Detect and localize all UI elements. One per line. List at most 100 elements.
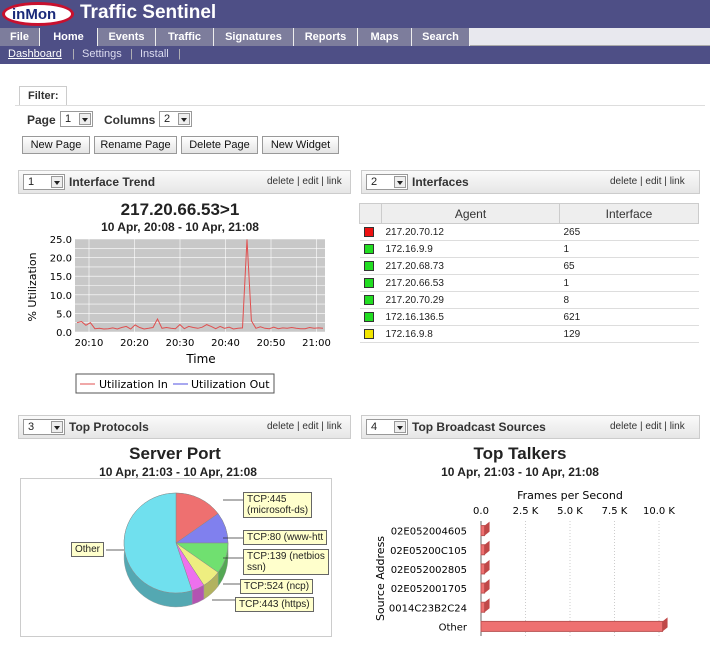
columns-select[interactable]: 2 <box>159 111 192 127</box>
swatch-cell <box>359 240 382 258</box>
edit-link[interactable]: edit <box>645 176 661 187</box>
delete-link[interactable]: delete <box>610 176 637 187</box>
agent-cell: 172.16.9.8 <box>381 325 560 343</box>
talkers-bar-side <box>484 579 490 594</box>
subnav-dashboard[interactable]: Dashboard <box>8 48 62 60</box>
table-row[interactable]: 172.16.9.9 1 <box>359 240 699 258</box>
widget-interface-trend: 1 Interface Trend delete | edit | link <box>18 170 351 194</box>
table-row[interactable]: 217.20.70.29 8 <box>359 291 699 309</box>
pie-chart-title: Server Port <box>129 444 221 463</box>
widget-links: delete | edit | link <box>610 176 685 187</box>
widget-title: Interfaces <box>412 175 469 189</box>
delete-link[interactable]: delete <box>267 421 294 432</box>
link-link[interactable]: link <box>327 421 342 432</box>
pie-callout-label: TCP:80 (www-htt <box>243 530 328 545</box>
talkers-bar-side <box>484 521 490 536</box>
swatch-cell <box>359 223 382 241</box>
pie-callout-label: TCP:524 (ncp) <box>240 579 314 594</box>
widget-links: delete | edit | link <box>610 421 685 432</box>
trend-y-tick-label: 15.0 <box>50 272 72 283</box>
edit-link[interactable]: edit <box>302 176 318 187</box>
subnav-separator: | <box>130 48 133 60</box>
widget-top-protocols: 3 Top Protocols delete | edit | link <box>18 415 351 439</box>
subnav: Dashboard | Settings | Install | <box>0 46 710 64</box>
table-row[interactable]: 172.16.9.8 129 <box>359 325 699 343</box>
page-select[interactable]: 1 <box>60 111 93 127</box>
trend-y-tick-label: 0.0 <box>56 328 72 339</box>
agent-column-header: Agent <box>381 203 560 224</box>
agent-cell: 217.20.70.12 <box>381 223 560 241</box>
widget-index-value: 1 <box>28 176 35 188</box>
talkers-x-tick-label: 10.0 K <box>643 506 675 517</box>
talkers-category-label: 02E052002805 <box>391 565 467 576</box>
inmon-logo[interactable]: inMon <box>2 2 74 26</box>
talkers-bar-side <box>484 598 490 613</box>
table-row[interactable]: 172.16.136.5 621 <box>359 308 699 326</box>
menu-traffic[interactable]: Traffic <box>156 28 214 46</box>
talkers-bar <box>480 544 486 556</box>
filter-tab: Filter: <box>19 86 67 106</box>
pie-chart-subtitle: 10 Apr, 21:03 - 10 Apr, 21:08 <box>99 465 257 479</box>
new-page-button[interactable]: New Page <box>22 136 90 154</box>
link-link[interactable]: link <box>670 421 685 432</box>
widget-index-select[interactable]: 3 <box>23 419 65 435</box>
swatch-cell <box>359 308 382 326</box>
talkers-chart-title: Top Talkers <box>473 444 567 463</box>
app-title: Traffic Sentinel <box>80 2 217 23</box>
trend-y-axis-label: % Utilization <box>26 252 39 321</box>
widget-index-select[interactable]: 4 <box>366 419 408 435</box>
new-widget-button[interactable]: New Widget <box>262 136 339 154</box>
menu-signatures[interactable]: Signatures <box>214 28 294 46</box>
delete-page-button[interactable]: Delete Page <box>181 136 258 154</box>
widget-index-value: 2 <box>371 176 378 188</box>
edit-link[interactable]: edit <box>645 421 661 432</box>
color-swatch <box>363 277 374 288</box>
swatch-cell <box>359 291 382 309</box>
menu-maps[interactable]: Maps <box>358 28 412 46</box>
trend-x-tick-label: 20:40 <box>211 338 240 349</box>
link-link[interactable]: link <box>327 176 342 187</box>
trend-x-axis-label: Time <box>185 352 215 366</box>
color-swatch <box>363 294 374 305</box>
talkers-bar-side <box>484 559 490 574</box>
delete-link[interactable]: delete <box>610 421 637 432</box>
table-row[interactable]: 217.20.68.73 65 <box>359 257 699 275</box>
agent-cell: 172.16.136.5 <box>381 308 560 326</box>
widget-interfaces: 2 Interfaces delete | edit | link <box>361 170 700 194</box>
color-swatch <box>363 260 374 271</box>
interface-column-header: Interface <box>559 203 699 224</box>
widget-index-select[interactable]: 2 <box>366 174 408 190</box>
edit-link[interactable]: edit <box>302 421 318 432</box>
color-swatch <box>363 226 374 237</box>
trend-x-tick-label: 20:30 <box>166 338 195 349</box>
talkers-x-tick-label: 5.0 K <box>557 506 583 517</box>
delete-link[interactable]: delete <box>267 176 294 187</box>
subnav-settings[interactable]: Settings <box>82 48 122 60</box>
trend-x-tick-label: 20:20 <box>120 338 149 349</box>
menu-reports[interactable]: Reports <box>294 28 358 46</box>
widget-index-select[interactable]: 1 <box>23 174 65 190</box>
color-swatch <box>363 243 374 254</box>
talkers-category-label: 02E052004605 <box>391 527 467 538</box>
columns-label: Columns <box>104 113 156 127</box>
widget-title: Top Broadcast Sources <box>412 420 546 434</box>
agent-cell: 172.16.9.9 <box>381 240 560 258</box>
menu-file[interactable]: File <box>0 28 40 46</box>
menu-home[interactable]: Home <box>40 28 98 46</box>
interface-cell: 65 <box>559 257 699 275</box>
subnav-install[interactable]: Install <box>140 48 169 60</box>
rename-page-button[interactable]: Rename Page <box>94 136 177 154</box>
table-row[interactable]: 217.20.66.53 1 <box>359 274 699 292</box>
talkers-x-tick-label: 0.0 <box>473 506 489 517</box>
page-select-value: 1 <box>65 113 72 125</box>
menu-search[interactable]: Search <box>412 28 470 46</box>
interface-cell: 265 <box>559 223 699 241</box>
link-link[interactable]: link <box>670 176 685 187</box>
menu-events[interactable]: Events <box>98 28 156 46</box>
chevron-down-icon <box>178 113 190 125</box>
pie-callout-label: TCP:443 (https) <box>235 597 314 612</box>
interface-cell: 621 <box>559 308 699 326</box>
table-row[interactable]: 217.20.70.12 265 <box>359 223 699 241</box>
chevron-down-icon <box>51 421 63 433</box>
widget-links: delete | edit | link <box>267 421 342 432</box>
